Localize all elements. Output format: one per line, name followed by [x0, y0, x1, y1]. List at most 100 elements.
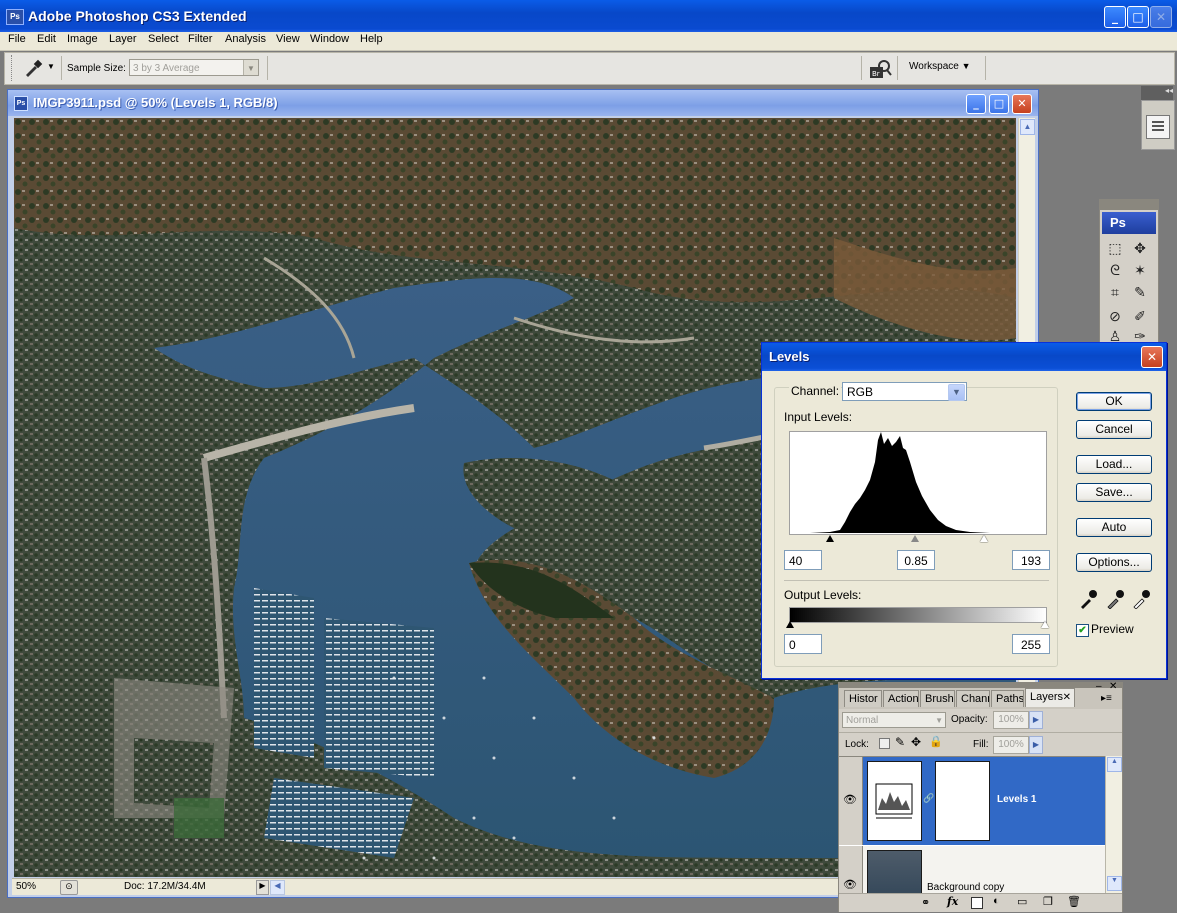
panel-minimize-icon[interactable]: – — [1096, 681, 1102, 692]
channel-select[interactable]: RGB ▼ — [842, 382, 967, 401]
fill-slider-arrow-icon[interactable]: ▶ — [1029, 736, 1043, 754]
preview-checkbox[interactable]: ✔ — [1076, 624, 1089, 637]
lasso-tool-icon[interactable]: ᘓ — [1104, 260, 1126, 280]
black-eyedropper-icon[interactable] — [1078, 589, 1098, 609]
close-button[interactable]: ✕ — [1150, 6, 1172, 28]
document-close-button[interactable]: ✕ — [1012, 94, 1032, 114]
magic-wand-tool-icon[interactable]: ✶ — [1129, 260, 1151, 280]
menu-file[interactable]: File — [8, 33, 26, 45]
input-white-field[interactable]: 193 — [1012, 550, 1050, 570]
adjustment-layer-icon[interactable]: ◐ — [993, 895, 1000, 907]
gray-eyedropper-icon[interactable] — [1105, 589, 1125, 609]
tab-paths[interactable]: Paths — [991, 690, 1024, 707]
levels-close-button[interactable]: ✕ — [1141, 346, 1163, 368]
menu-edit[interactable]: Edit — [37, 33, 56, 45]
scroll-down-icon[interactable]: ▼ — [1107, 876, 1122, 891]
document-minimize-button[interactable]: _ — [966, 94, 986, 114]
input-black-field[interactable]: 40 — [784, 550, 822, 570]
layer-mask-thumbnail[interactable] — [935, 761, 990, 841]
zoom-options-icon[interactable]: ⊙ — [60, 880, 78, 895]
new-group-icon[interactable]: ▭ — [1017, 895, 1027, 908]
white-eyedropper-icon[interactable] — [1131, 589, 1151, 609]
lock-image-icon[interactable]: ✎ — [895, 735, 905, 749]
auto-button[interactable]: Auto — [1076, 518, 1152, 537]
document-title-bar[interactable]: Ps IMGP3911.psd @ 50% (Levels 1, RGB/8) … — [8, 90, 1038, 116]
scroll-up-icon[interactable]: ▲ — [1107, 757, 1122, 772]
input-gamma-slider[interactable] — [911, 535, 919, 542]
scroll-up-icon[interactable]: ▲ — [1020, 119, 1035, 135]
layers-scrollbar[interactable]: ▲ ▼ — [1105, 756, 1122, 893]
tab-layers[interactable]: Layers ✕ — [1025, 688, 1075, 707]
options-button[interactable]: Options... — [1076, 553, 1152, 572]
scroll-left-icon[interactable]: ◀ — [270, 880, 285, 895]
levels-title-bar[interactable]: Levels ✕ — [762, 343, 1166, 371]
options-grip[interactable] — [11, 55, 14, 81]
menu-select[interactable]: Select — [148, 33, 179, 45]
brush-tool-icon[interactable]: ✐ — [1129, 306, 1151, 326]
layer-name[interactable]: Levels 1 — [997, 794, 1036, 805]
add-mask-icon[interactable] — [971, 897, 983, 909]
crop-tool-icon[interactable]: ⌗ — [1104, 282, 1126, 302]
bridge-icon[interactable]: Br — [868, 58, 892, 80]
tab-channels[interactable]: Chann — [956, 690, 990, 707]
visibility-eye-icon[interactable]: 👁 — [843, 793, 857, 806]
navigator-palette-icon[interactable] — [1146, 115, 1170, 139]
link-layers-icon[interactable]: ⚭ — [921, 896, 930, 909]
output-white-slider[interactable] — [1041, 621, 1049, 628]
panel-close-icon[interactable]: ✕ — [1109, 681, 1117, 692]
menu-view[interactable]: View — [276, 33, 300, 45]
menu-analysis[interactable]: Analysis — [225, 33, 266, 45]
cancel-button[interactable]: Cancel — [1076, 420, 1152, 439]
tab-brushes[interactable]: Brushe — [920, 690, 955, 707]
input-black-slider[interactable] — [826, 535, 834, 542]
new-layer-icon[interactable]: ❐ — [1043, 895, 1053, 908]
sample-size-select[interactable]: 3 by 3 Average ▼ — [129, 59, 259, 76]
lock-transparency-icon[interactable] — [879, 738, 890, 749]
menu-window[interactable]: Window — [310, 33, 349, 45]
lock-position-icon[interactable]: ✥ — [911, 735, 921, 749]
status-menu-arrow-icon[interactable]: ▶ — [256, 880, 269, 895]
healing-brush-tool-icon[interactable]: ⊘ — [1104, 306, 1126, 326]
menu-help[interactable]: Help — [360, 33, 383, 45]
save-button[interactable]: Save... — [1076, 483, 1152, 502]
panel-menu-icon[interactable]: ▸≡ — [1101, 693, 1112, 704]
panel-grip[interactable] — [839, 683, 1122, 688]
layer-style-fx-icon[interactable]: fx — [947, 895, 958, 908]
zoom-level[interactable]: 50% — [16, 881, 36, 892]
output-white-field[interactable]: 255 — [1012, 634, 1050, 654]
menu-image[interactable]: Image — [67, 33, 98, 45]
layer-row-background-copy[interactable]: 👁 Background copy — [839, 846, 1105, 894]
output-black-slider[interactable] — [786, 621, 794, 628]
menu-filter[interactable]: Filter — [188, 33, 212, 45]
toolbox-grip[interactable] — [1100, 200, 1158, 210]
maximize-button[interactable]: □ — [1127, 6, 1149, 28]
tab-actions[interactable]: Action — [883, 690, 919, 707]
minimize-button[interactable]: _ — [1104, 6, 1126, 28]
opacity-slider-arrow-icon[interactable]: ▶ — [1029, 711, 1043, 729]
tool-preset-dropdown-icon[interactable]: ▼ — [47, 62, 55, 71]
workspace-menu[interactable]: Workspace ▼ — [909, 61, 971, 72]
lock-all-icon[interactable]: 🔒 — [929, 735, 943, 748]
input-gamma-field[interactable]: 0.85 — [897, 550, 935, 570]
palette-dock-header[interactable]: ◂◂ — [1141, 86, 1173, 100]
load-button[interactable]: Load... — [1076, 455, 1152, 474]
document-maximize-button[interactable]: □ — [989, 94, 1009, 114]
opacity-field[interactable]: 100% — [993, 711, 1029, 729]
marquee-tool-icon[interactable]: ⬚ — [1104, 238, 1126, 258]
visibility-eye-icon[interactable]: 👁 — [843, 878, 857, 891]
output-black-field[interactable]: 0 — [784, 634, 822, 654]
move-tool-icon[interactable]: ✥ — [1129, 238, 1151, 258]
close-tab-icon[interactable]: ✕ — [1063, 689, 1071, 706]
layer-row-levels-1[interactable]: 👁 🔗 Levels 1 — [839, 757, 1105, 845]
eyedropper-icon[interactable] — [23, 59, 45, 77]
menu-layer[interactable]: Layer — [109, 33, 137, 45]
slice-tool-icon[interactable]: ✎ — [1129, 282, 1151, 302]
layer-mask-link-icon[interactable]: 🔗 — [923, 793, 934, 804]
ok-button[interactable]: OK — [1076, 392, 1152, 411]
blend-mode-select[interactable]: Normal ▼ — [842, 712, 946, 728]
fill-field[interactable]: 100% — [993, 736, 1029, 754]
input-white-slider[interactable] — [980, 535, 988, 542]
layer-name[interactable]: Background copy — [927, 882, 1004, 893]
trash-icon[interactable]: 🗑 — [1067, 895, 1081, 908]
tab-history[interactable]: Histor — [844, 690, 882, 707]
